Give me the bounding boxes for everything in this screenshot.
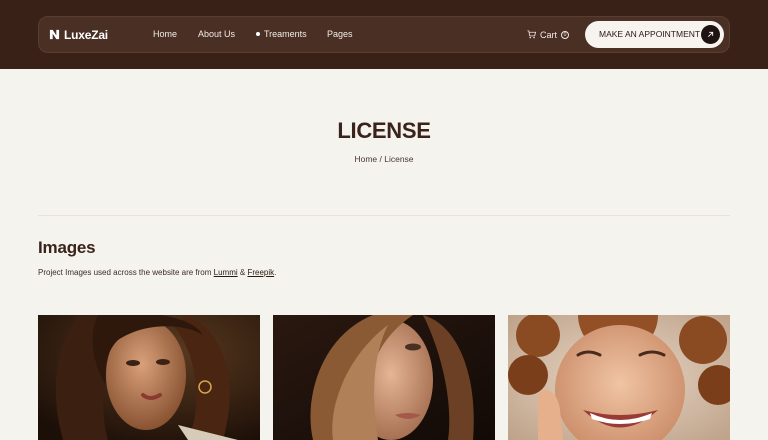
breadcrumb-current: License <box>384 154 414 164</box>
gallery-photo-1[interactable] <box>38 315 260 440</box>
portrait-photo-icon <box>508 315 730 440</box>
cart-label: Cart <box>540 29 558 40</box>
credit-text-between: & <box>237 268 248 277</box>
portrait-photo-icon <box>38 315 260 440</box>
page-title: LICENSE <box>337 118 431 143</box>
breadcrumb: Home / License <box>0 154 768 164</box>
credit-text-before: Project Images used across the website a… <box>38 268 214 277</box>
images-credit-text: Project Images used across the website a… <box>38 268 276 277</box>
cart-count-badge: 0 <box>561 30 570 39</box>
active-dot-icon <box>256 31 260 36</box>
header-band: LuxeZai Home About Us Treaments Pages Ca… <box>0 0 768 69</box>
nav-item-home[interactable]: Home <box>153 17 177 52</box>
freepik-link[interactable]: Freepik <box>247 268 274 277</box>
cart-link[interactable]: Cart 0 <box>527 17 570 52</box>
section-divider <box>38 215 730 216</box>
nav-item-pages[interactable]: Pages <box>327 17 353 52</box>
gallery-photo-3[interactable] <box>508 315 730 440</box>
nav-item-treaments-label: Treaments <box>264 29 307 39</box>
make-appointment-button[interactable]: MAKE AN APPOINTMENT <box>585 21 724 48</box>
breadcrumb-home-link[interactable]: Home <box>354 154 377 164</box>
gallery-photo-2[interactable] <box>273 315 495 440</box>
nav-item-about-us[interactable]: About Us <box>198 17 235 52</box>
arrow-up-right-icon <box>701 25 720 44</box>
brand-name: LuxeZai <box>64 27 108 42</box>
navbar: LuxeZai Home About Us Treaments Pages Ca… <box>38 16 730 53</box>
credit-text-after: . <box>274 268 277 277</box>
cart-icon <box>527 30 536 39</box>
images-heading: Images <box>38 238 96 257</box>
logo[interactable]: LuxeZai <box>49 17 108 52</box>
make-appointment-label: MAKE AN APPOINTMENT <box>599 29 701 39</box>
nav-item-treaments[interactable]: Treaments <box>256 17 307 52</box>
logo-icon <box>49 29 60 40</box>
portrait-photo-icon <box>273 315 495 440</box>
lummi-link[interactable]: Lummi <box>214 268 238 277</box>
